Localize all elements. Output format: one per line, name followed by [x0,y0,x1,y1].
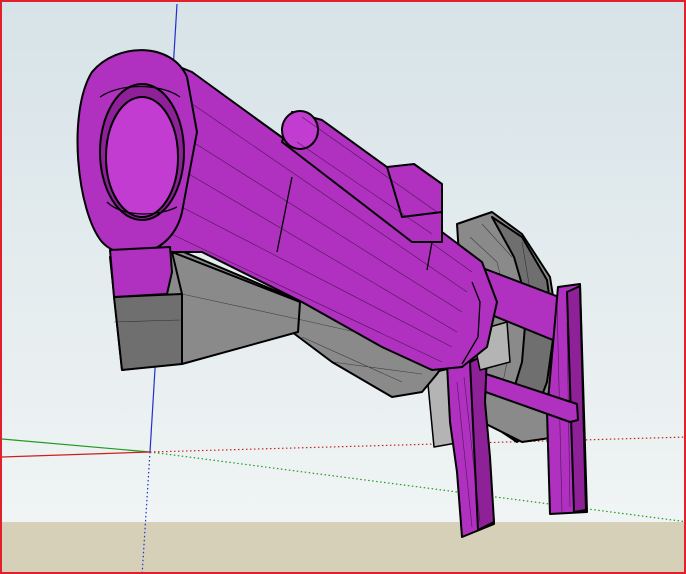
sketchup-viewport[interactable] [0,0,686,574]
barrel-muzzle [76,49,198,255]
ground-plane [2,522,684,572]
3d-model-scene[interactable] [2,2,686,574]
muzzle-front-block [109,246,173,298]
